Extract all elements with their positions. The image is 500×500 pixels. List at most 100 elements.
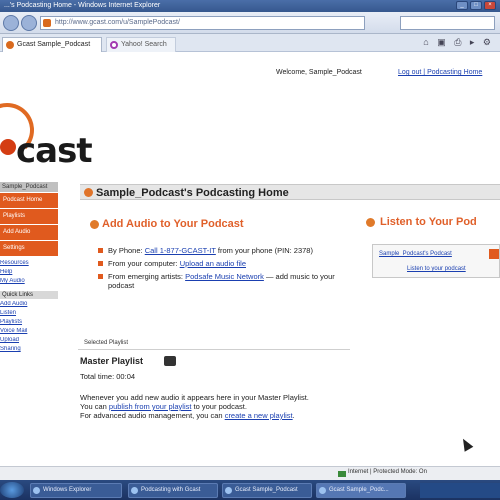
tab-selected-playlist[interactable]: Selected Playlist xyxy=(84,340,128,346)
playlist-paragraph: You can publish from your playlist to yo… xyxy=(80,402,350,411)
logo-text: cast xyxy=(16,131,93,171)
listen-link[interactable]: Listen to your podcast xyxy=(407,266,466,272)
taskbar-item[interactable]: Windows Explorer xyxy=(30,483,122,498)
arrow-icon xyxy=(84,188,93,197)
list-item: From your computer: Upload an audio file xyxy=(98,259,348,268)
playlist-description: Whenever you add new audio it appears he… xyxy=(80,393,350,420)
quick-link[interactable]: Voice Mail xyxy=(0,328,58,335)
sidebar-item-podcast-home[interactable]: Podcast Home xyxy=(0,193,58,208)
arrow-icon xyxy=(366,218,375,227)
sidebar: Sample_Podcast Podcast Home Playlists Ad… xyxy=(0,182,58,256)
playlist-icon[interactable] xyxy=(164,356,176,366)
phone-link[interactable]: Call 1-877-GCAST-IT xyxy=(145,246,216,255)
list-item: From emerging artists: Podsafe Music Net… xyxy=(98,272,348,290)
sidebar-item-add-audio[interactable]: Add Audio xyxy=(0,225,58,240)
playlist-title: Master Playlist xyxy=(80,356,144,366)
yahoo-icon xyxy=(110,41,118,49)
mouse-cursor-icon xyxy=(458,436,474,452)
bullet-icon xyxy=(98,248,103,253)
upload-link[interactable]: Upload an audio file xyxy=(180,259,246,268)
system-tray[interactable] xyxy=(420,483,500,498)
welcome-bar: Welcome, Sample_Podcast Log out | Podcas… xyxy=(0,66,500,80)
quick-links-header: Quick Links xyxy=(0,291,58,299)
add-audio-list: By Phone: Call 1-877-GCAST-IT from your … xyxy=(98,246,348,294)
task-label: Windows Explorer xyxy=(43,487,92,493)
bullet-icon xyxy=(98,274,103,279)
window-titlebar: ...'s Podcasting Home - Windows Internet… xyxy=(0,0,500,12)
toolbar-icons[interactable]: ⌂ ▣ ⎙ ▸ ⚙ xyxy=(423,37,494,48)
logo-dot xyxy=(0,139,16,155)
sidebar-item-settings[interactable]: Settings xyxy=(0,241,58,256)
welcome-text: Welcome, Sample_Podcast xyxy=(276,69,362,76)
text: You can xyxy=(80,402,109,411)
maximize-button[interactable]: □ xyxy=(470,1,482,10)
task-label: Gcast Sample_Podcast xyxy=(235,487,298,493)
playlist-paragraph: For advanced audio management, you can c… xyxy=(80,411,350,420)
quick-link[interactable]: Sharing xyxy=(0,346,58,353)
sidebar-links: Resources Help My Audio Quick Links Add … xyxy=(0,258,58,353)
publish-link[interactable]: publish from your playlist xyxy=(109,402,192,411)
tab-gcast[interactable]: Gcast Sample_Podcast xyxy=(2,37,102,52)
status-bar: Internet | Protected Mode: On xyxy=(0,466,500,480)
zone-icon xyxy=(338,471,346,477)
arrow-icon xyxy=(90,220,99,229)
list-item: By Phone: Call 1-877-GCAST-IT from your … xyxy=(98,246,348,255)
security-zone: Internet | Protected Mode: On xyxy=(348,469,427,475)
item-rest: from your phone (PIN: 2378) xyxy=(215,246,313,255)
create-playlist-link[interactable]: create a new playlist xyxy=(225,411,293,420)
item-prefix: From emerging artists: xyxy=(108,272,186,281)
browser-icon xyxy=(225,487,232,494)
search-input[interactable] xyxy=(400,16,495,30)
forward-button[interactable] xyxy=(21,15,37,31)
text: to your podcast. xyxy=(191,402,247,411)
window-controls: _ □ × xyxy=(456,1,496,10)
browser-icon xyxy=(319,487,326,494)
address-input[interactable]: http://www.gcast.com/u/SamplePodcast/ xyxy=(40,16,365,30)
gcast-icon xyxy=(6,41,14,49)
text: . xyxy=(292,411,295,420)
playlist-paragraph: Whenever you add new audio it appears he… xyxy=(80,393,309,402)
page-header: Sample_Podcast's Podcasting Home xyxy=(80,184,500,200)
back-button[interactable] xyxy=(3,15,19,31)
quick-link[interactable]: Listen xyxy=(0,310,58,317)
taskbar-item[interactable]: Gcast Sample_Podcast xyxy=(222,483,312,498)
folder-icon xyxy=(33,487,40,494)
item-prefix: By Phone: xyxy=(108,246,145,255)
taskbar-item[interactable]: Podcasting with Gcast xyxy=(128,483,218,498)
gcast-logo[interactable]: cast xyxy=(0,103,120,175)
tab-label: Gcast Sample_Podcast xyxy=(17,41,91,48)
taskbar: Windows Explorer Podcasting with Gcast G… xyxy=(0,480,500,500)
bullet-icon xyxy=(98,261,103,266)
task-label: Gcast Sample_Podc... xyxy=(329,487,389,493)
start-button[interactable] xyxy=(0,482,24,498)
taskbar-item[interactable]: Gcast Sample_Podc... xyxy=(316,483,406,498)
sidebar-item-playlists[interactable]: Playlists xyxy=(0,209,58,224)
playlist-tabs: Selected Playlist xyxy=(78,338,350,350)
podcast-link[interactable]: Sample_Podcast's Podcast xyxy=(379,251,452,257)
minimize-button[interactable]: _ xyxy=(456,1,468,10)
task-label: Podcasting with Gcast xyxy=(141,487,201,493)
music-link[interactable]: Podsafe Music Network xyxy=(185,272,264,281)
sidebar-link-my-audio[interactable]: My Audio xyxy=(0,278,58,285)
sidebar-head: Sample_Podcast xyxy=(0,182,58,192)
listen-title: Listen to Your Pod xyxy=(380,216,477,228)
total-time: Total time: 00:04 xyxy=(80,372,136,381)
quick-link[interactable]: Add Audio xyxy=(0,301,58,308)
close-button[interactable]: × xyxy=(484,1,496,10)
sidebar-link-help[interactable]: Help xyxy=(0,269,58,276)
tab-label: Yahoo! Search xyxy=(121,41,167,48)
browser-icon xyxy=(131,487,138,494)
text: For advanced audio management, you can xyxy=(80,411,225,420)
address-bar: http://www.gcast.com/u/SamplePodcast/ xyxy=(0,12,500,34)
listen-box: Sample_Podcast's Podcast Listen to your … xyxy=(372,244,500,278)
quick-link[interactable]: Playlists xyxy=(0,319,58,326)
rss-icon[interactable] xyxy=(489,249,499,259)
quick-link[interactable]: Upload xyxy=(0,337,58,344)
page-title: Sample_Podcast's Podcasting Home xyxy=(96,187,289,199)
tab-yahoo[interactable]: Yahoo! Search xyxy=(106,37,176,52)
logout-link[interactable]: Log out | Podcasting Home xyxy=(398,66,482,80)
window-title: ...'s Podcasting Home - Windows Internet… xyxy=(4,2,161,9)
add-audio-title: Add Audio to Your Podcast xyxy=(102,218,244,230)
sidebar-link-resources[interactable]: Resources xyxy=(0,260,58,267)
tab-bar: Gcast Sample_Podcast Yahoo! Search ⌂ ▣ ⎙… xyxy=(0,34,500,52)
